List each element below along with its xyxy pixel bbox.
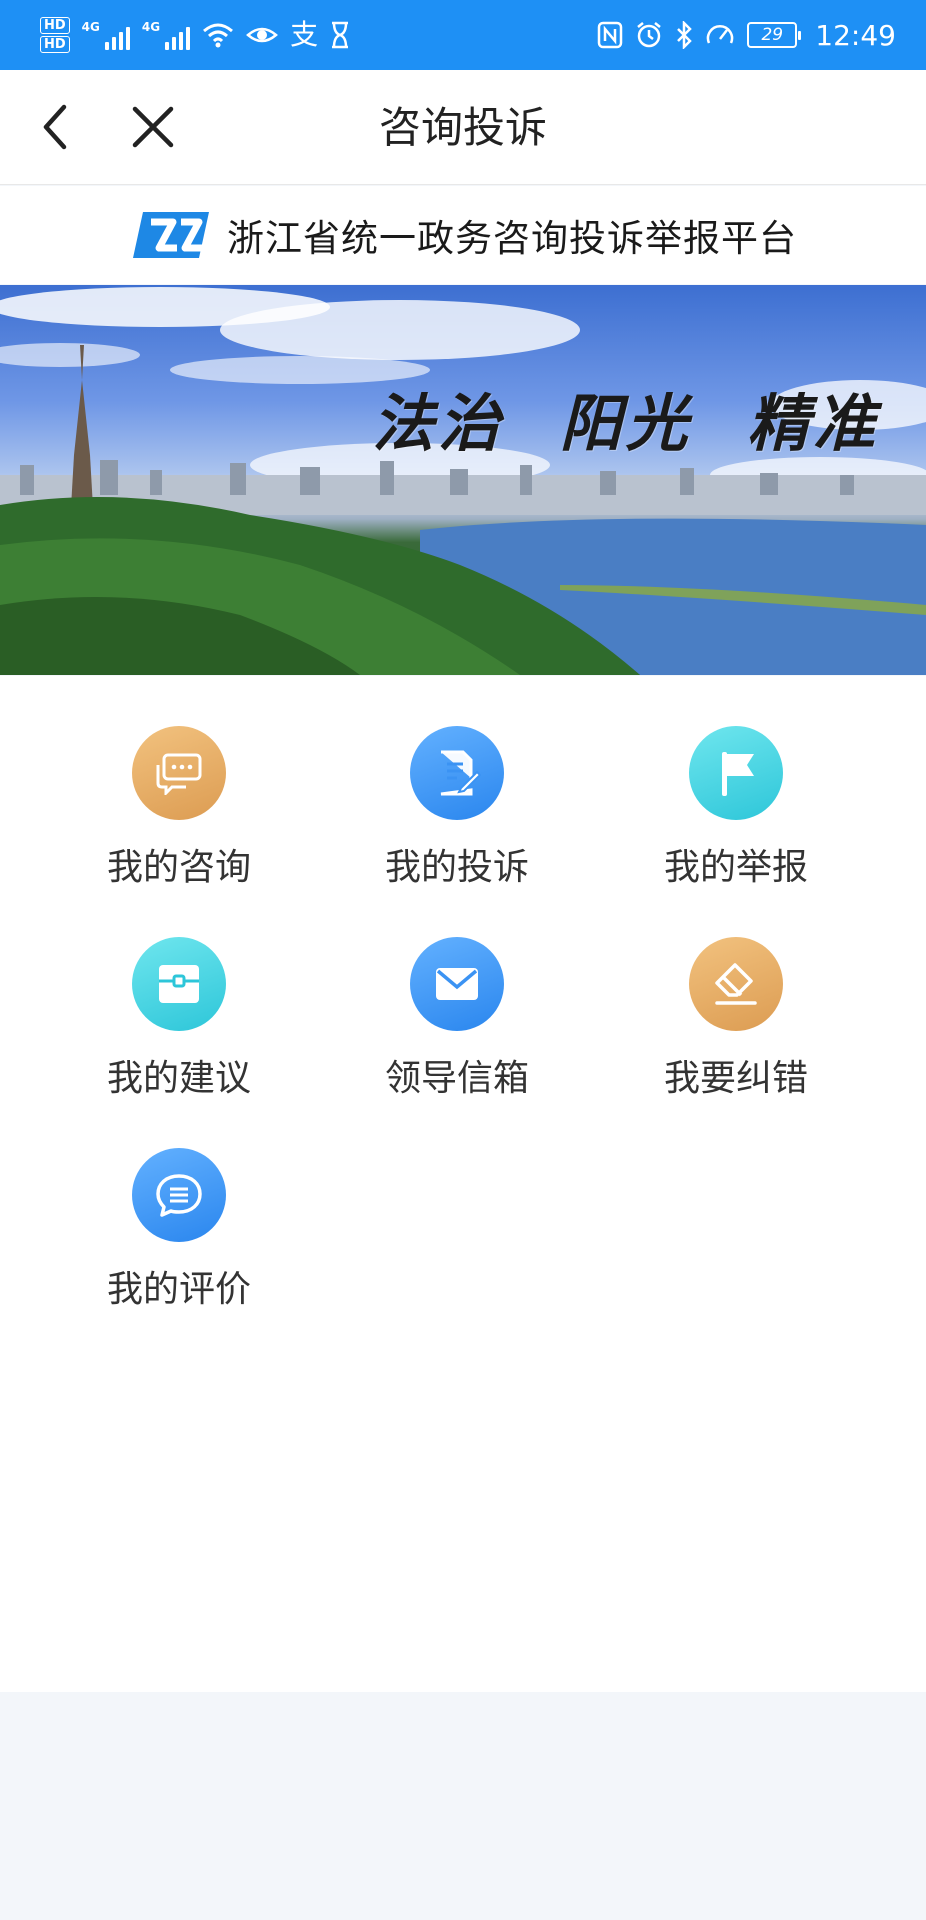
back-button[interactable]	[30, 102, 80, 152]
clock: 12:49	[815, 18, 896, 52]
banner-slogan: 法治 阳光 精准	[372, 387, 880, 460]
hd-indicators: HD HD	[40, 17, 70, 53]
sim1-network-label: 4G	[81, 20, 100, 34]
hourglass-icon	[332, 21, 349, 49]
alipay-icon: 支	[290, 18, 319, 51]
service-menu: 我的咨询 我的投诉 我的举报 我的建议 领导信箱 我要纠错 我的评价	[0, 676, 926, 1692]
mail-icon	[410, 937, 504, 1031]
menu-label: 我的咨询	[106, 847, 251, 888]
nav-bar: 咨询投诉	[0, 70, 926, 185]
menu-label: 领导信箱	[384, 1058, 529, 1099]
menu-item-my-suggestion[interactable]: 我的建议	[59, 937, 299, 1137]
document-edit-icon	[410, 726, 504, 820]
menu-label: 我的投诉	[384, 847, 529, 888]
speedometer-icon	[707, 25, 734, 44]
menu-label: 我的评价	[106, 1269, 251, 1310]
alarm-icon	[637, 22, 662, 48]
menu-label: 我的举报	[663, 847, 808, 888]
flag-icon	[689, 726, 783, 820]
eraser-icon	[689, 937, 783, 1031]
chevron-left-icon	[43, 104, 67, 150]
comment-icon	[132, 1148, 226, 1242]
menu-item-my-complaint[interactable]: 我的投诉	[337, 726, 577, 926]
menu-item-error-correction[interactable]: 我要纠错	[616, 937, 856, 1137]
platform-name: 浙江省统一政务咨询投诉举报平台	[227, 217, 797, 260]
status-bar-left: HD HD 4G 4G 支	[40, 17, 350, 53]
menu-item-my-evaluation[interactable]: 我的评价	[59, 1148, 299, 1348]
battery-level: 29	[761, 25, 784, 45]
menu-label: 我要纠错	[663, 1058, 808, 1099]
menu-label: 我的建议	[106, 1058, 251, 1099]
sim2-network-label: 4G	[141, 20, 161, 34]
close-button[interactable]	[128, 102, 178, 152]
eye-icon	[246, 27, 278, 43]
battery-icon: 29	[747, 22, 802, 48]
hd-badge-2: HD	[40, 36, 70, 53]
signal-sim1-icon: 4G	[82, 20, 130, 50]
suggestion-box-icon	[132, 937, 226, 1031]
page-background	[0, 1692, 926, 1920]
status-bar-right: 29 12:49	[597, 19, 896, 52]
signal-sim2-icon: 4G	[141, 20, 191, 50]
menu-item-my-report[interactable]: 我的举报	[616, 726, 856, 926]
platform-header: 浙江省统一政务咨询投诉举报平台	[0, 186, 926, 284]
city-landscape-illustration	[0, 287, 926, 675]
chat-bubbles-icon	[132, 726, 226, 820]
wifi-icon	[203, 23, 234, 48]
bluetooth-icon	[677, 21, 693, 49]
menu-item-my-consultation[interactable]: 我的咨询	[59, 726, 299, 926]
menu-item-leader-mailbox[interactable]: 领导信箱	[337, 937, 577, 1137]
close-icon	[132, 106, 174, 148]
status-bar: HD HD 4G 4G 支 29 12:49	[0, 0, 926, 70]
nfc-icon	[598, 21, 623, 49]
banner-image: 法治 阳光 精准	[0, 285, 926, 675]
zj-logo-icon	[133, 212, 209, 258]
hd-badge-1: HD	[40, 17, 70, 34]
